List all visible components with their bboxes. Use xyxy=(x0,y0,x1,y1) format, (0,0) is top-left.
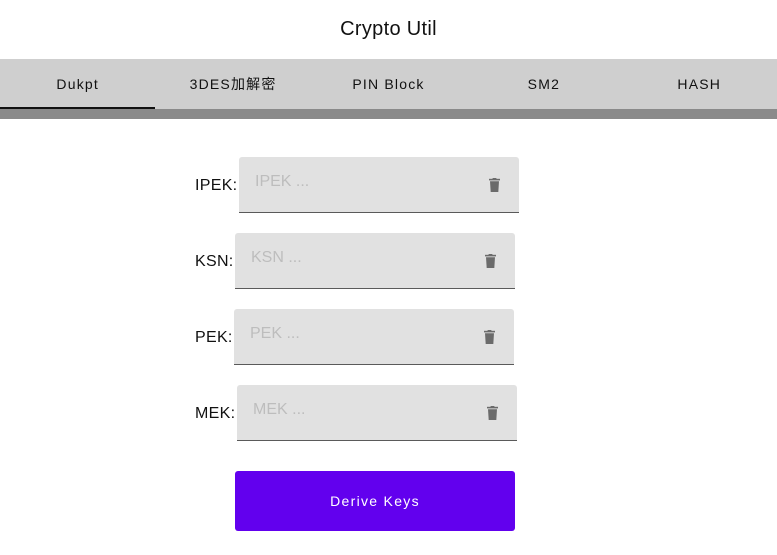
field-row-pek: PEK: xyxy=(0,309,777,365)
tab-hash[interactable]: HASH xyxy=(622,59,777,109)
pek-label: PEK: xyxy=(195,329,233,346)
tab-3des[interactable]: 3DES加解密 xyxy=(155,59,310,109)
tab-divider xyxy=(0,109,777,119)
mek-input[interactable] xyxy=(237,385,477,435)
ksn-input[interactable] xyxy=(235,233,475,283)
tab-sm2[interactable]: SM2 xyxy=(466,59,621,109)
tab-dukpt[interactable]: Dukpt xyxy=(0,59,156,109)
app-title: Crypto Util xyxy=(340,18,437,40)
pek-field xyxy=(234,309,514,365)
ipek-label: IPEK: xyxy=(195,177,238,194)
ksn-field xyxy=(235,233,515,289)
tab-pin-block[interactable]: PIN Block xyxy=(311,59,466,109)
derive-keys-button[interactable]: Derive Keys xyxy=(235,471,515,531)
field-row-mek: MEK: xyxy=(0,385,777,441)
ksn-label: KSN: xyxy=(195,253,234,270)
trash-icon[interactable] xyxy=(487,406,498,420)
mek-field xyxy=(237,385,517,441)
ipek-input[interactable] xyxy=(239,157,479,207)
tab-bar: Dukpt 3DES加解密 PIN Block SM2 HASH xyxy=(0,59,777,109)
field-row-ipek: IPEK: xyxy=(0,157,777,213)
trash-icon[interactable] xyxy=(485,254,496,268)
trash-icon[interactable] xyxy=(489,178,500,192)
ipek-field xyxy=(239,157,519,213)
pek-input[interactable] xyxy=(234,309,474,359)
mek-label: MEK: xyxy=(195,405,236,422)
field-row-ksn: KSN: xyxy=(0,233,777,289)
trash-icon[interactable] xyxy=(484,330,495,344)
